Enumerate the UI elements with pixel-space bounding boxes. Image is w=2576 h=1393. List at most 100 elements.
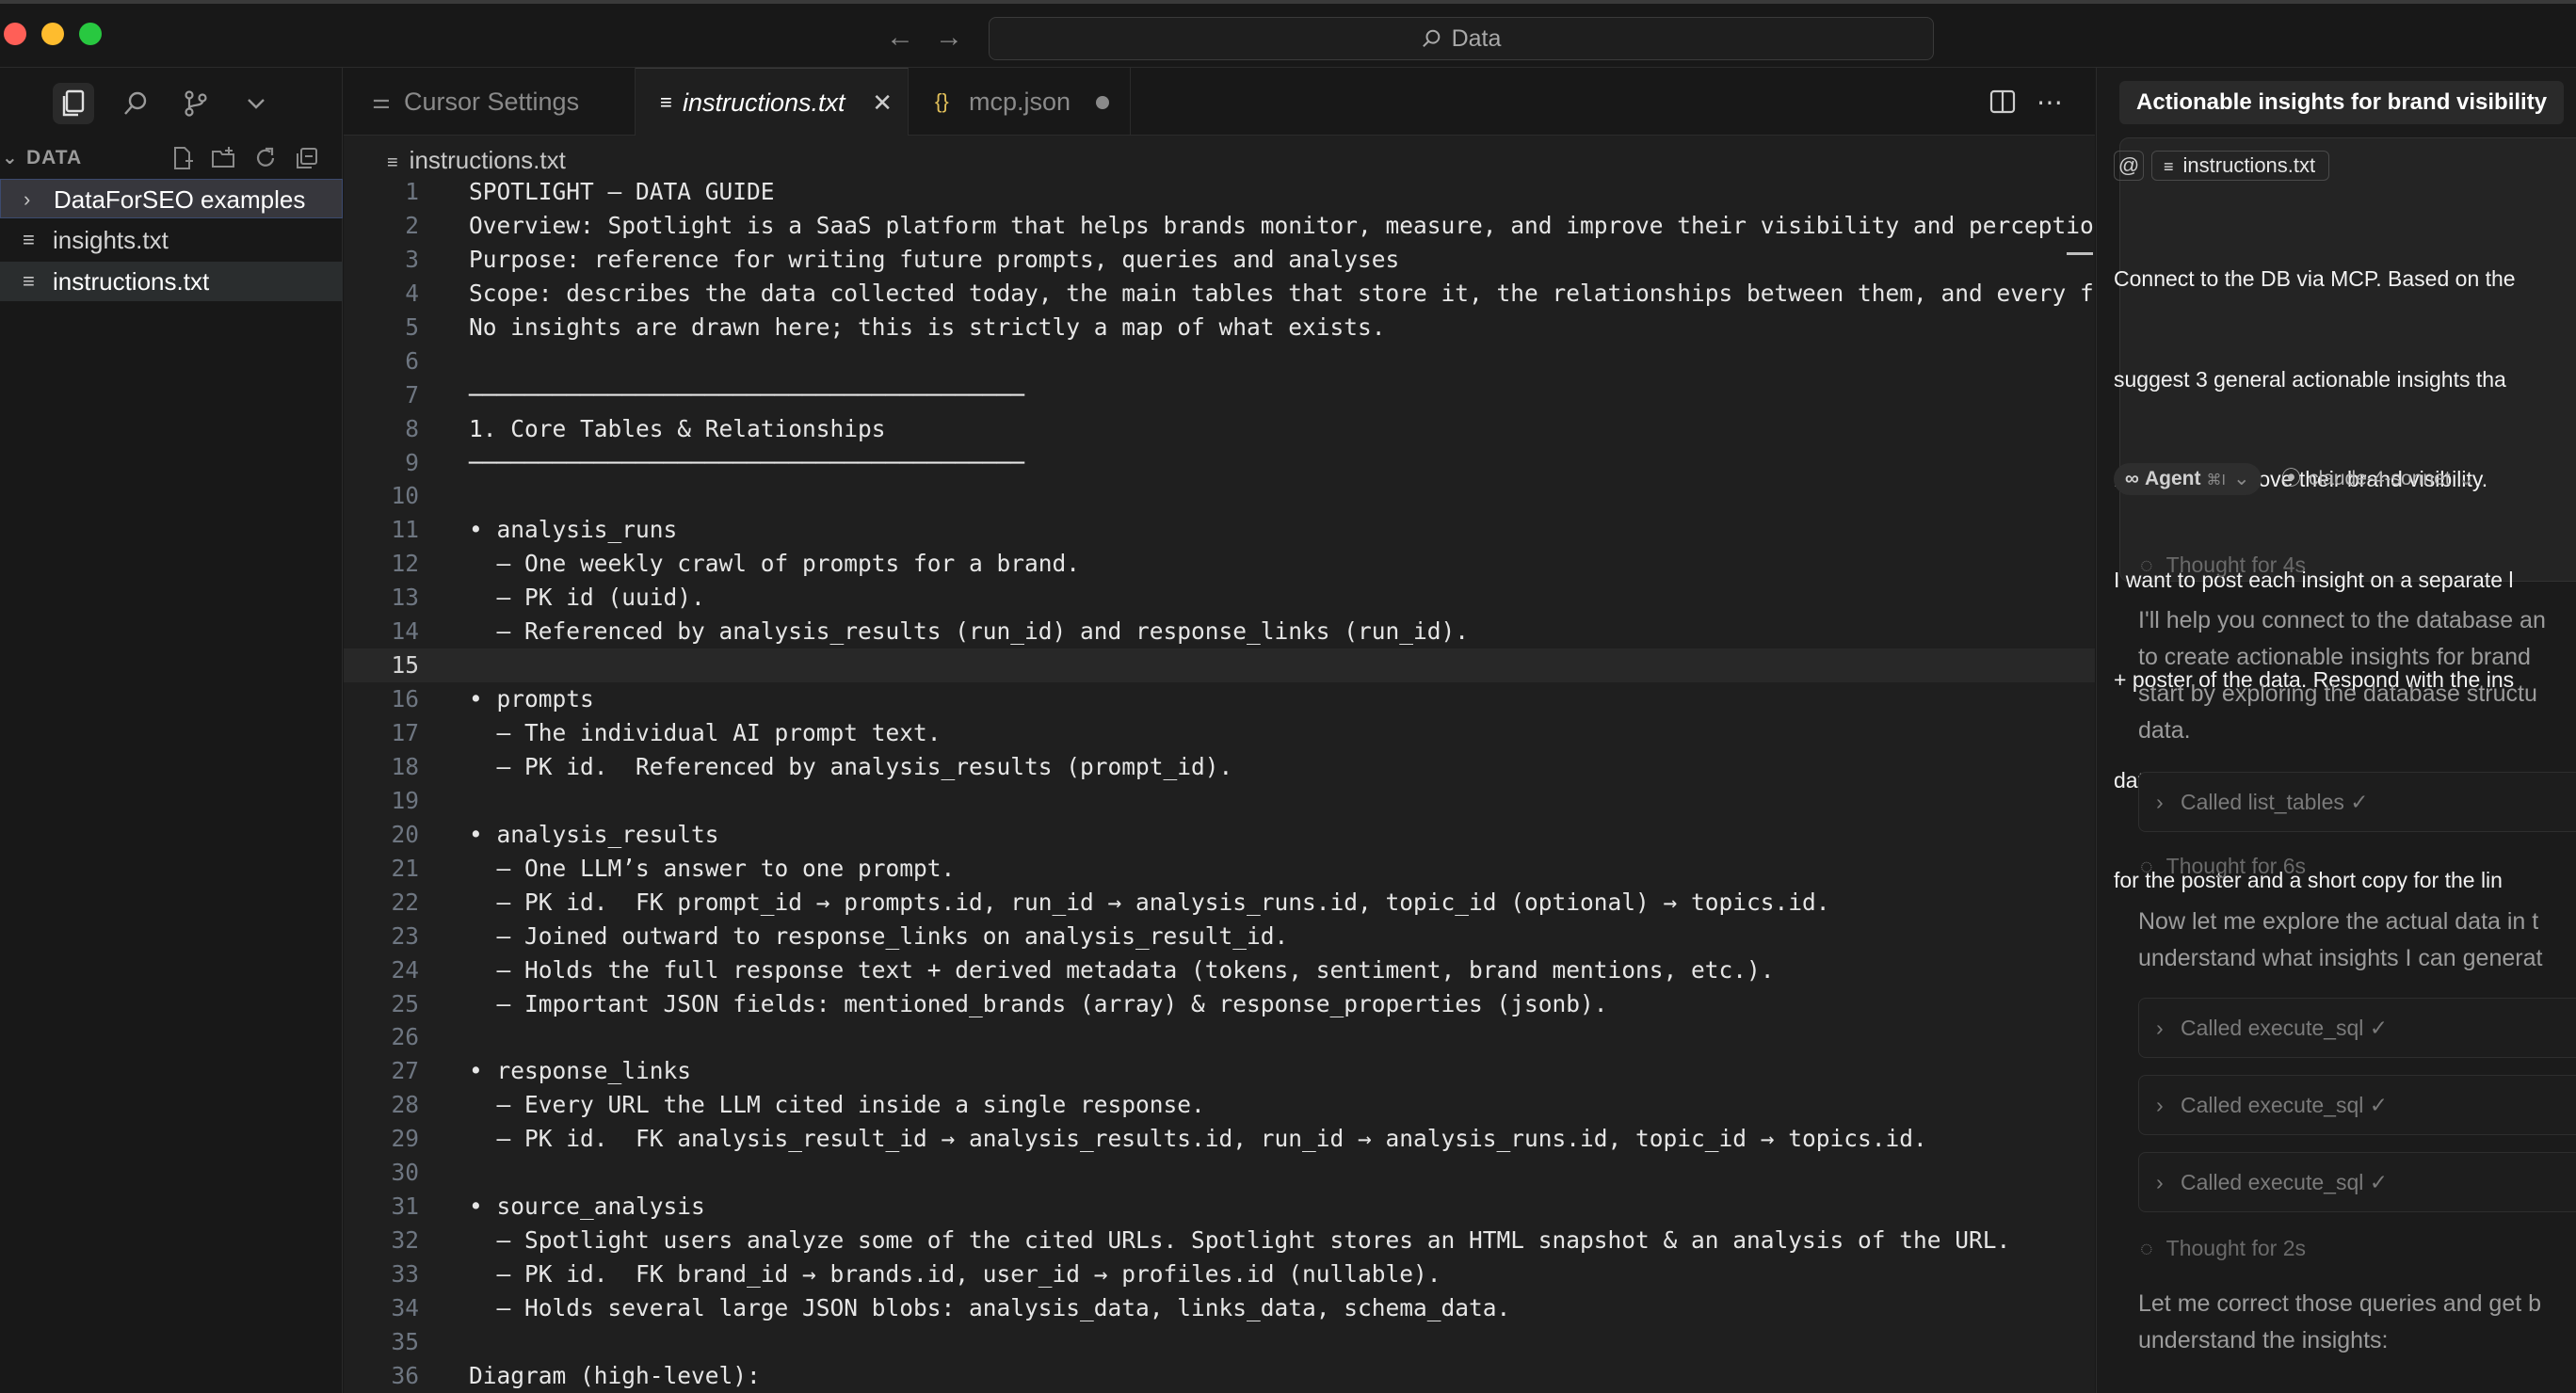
- code-line[interactable]: 3 Purpose: reference for writing future p…: [344, 243, 2095, 277]
- code-line[interactable]: 33 – PK id. FK brand_id → brands.id, use…: [344, 1257, 2095, 1291]
- search-icon[interactable]: [115, 83, 156, 124]
- add-context-button[interactable]: @: [2114, 151, 2144, 181]
- line-text: • analysis_runs: [469, 516, 678, 544]
- search-box-label: Data: [1451, 25, 1502, 52]
- tool-call-card[interactable]: › Called execute_sql ✓: [2138, 998, 2576, 1058]
- code-line[interactable]: 31 • source_analysis: [344, 1190, 2095, 1224]
- line-text: – One weekly crawl of prompts for a bran…: [469, 550, 1081, 578]
- zoom-window-button[interactable]: [79, 23, 102, 45]
- code-line[interactable]: 34 – Holds several large JSON blobs: ana…: [344, 1291, 2095, 1325]
- text-file-icon: ≡: [2164, 157, 2174, 176]
- minimize-window-button[interactable]: [41, 23, 64, 45]
- code-line[interactable]: 17 – The individual AI prompt text.: [344, 716, 2095, 750]
- back-arrow-icon[interactable]: ←: [881, 19, 919, 56]
- tool-call-card[interactable]: › Called execute_sql ✓: [2138, 1152, 2576, 1212]
- code-line[interactable]: 18 – PK id. Referenced by analysis_resul…: [344, 750, 2095, 784]
- breadcrumb[interactable]: ≡ instructions.txt: [387, 141, 566, 179]
- line-number: 3: [405, 245, 419, 273]
- line-number: 9: [405, 448, 419, 476]
- tab-label: mcp.json: [969, 88, 1071, 116]
- refresh-icon[interactable]: [252, 145, 279, 171]
- thought-indicator[interactable]: ◌ Thought for 4s: [2140, 546, 2306, 584]
- code-line[interactable]: 21 – One LLM’s answer to one prompt.: [344, 852, 2095, 886]
- code-line[interactable]: 25 – Important JSON fields: mentioned_br…: [344, 987, 2095, 1021]
- minimap-marker: [2067, 252, 2093, 255]
- code-lines[interactable]: 1 SPOTLIGHT – DATA GUIDE 2 Overview: Spotli…: [344, 175, 2095, 1393]
- tool-call-card[interactable]: › Called list_tables ✓: [2138, 772, 2576, 832]
- more-actions-icon[interactable]: ⋯: [2033, 85, 2067, 119]
- brain-icon: ◌: [2140, 1236, 2153, 1260]
- model-selector[interactable]: ⦿ claude-4-sonnet ⌄: [2281, 463, 2474, 495]
- code-line[interactable]: 29 – PK id. FK analysis_result_id → anal…: [344, 1122, 2095, 1156]
- code-line[interactable]: 15: [344, 648, 2095, 683]
- code-line[interactable]: 12 – One weekly crawl of prompts for a b…: [344, 547, 2095, 581]
- code-line[interactable]: 6: [344, 344, 2095, 378]
- agent-mode-selector[interactable]: ∞ Agent ⌘I ⌄: [2114, 463, 2262, 495]
- explorer-panel: ⌄ DATA › DataForSEO examples ≡ insights.…: [0, 68, 343, 1393]
- code-line[interactable]: 11 • analysis_runs: [344, 513, 2095, 547]
- tree-folder-dataforseo-examples[interactable]: › DataForSEO examples: [0, 179, 343, 218]
- code-line[interactable]: 26: [344, 1020, 2095, 1054]
- code-line[interactable]: 23 – Joined outward to response_links on…: [344, 920, 2095, 953]
- command-search-box[interactable]: Data: [989, 17, 1934, 60]
- context-file-chip[interactable]: ≡ instructions.txt: [2151, 151, 2330, 181]
- code-line[interactable]: 16 • prompts: [344, 682, 2095, 716]
- line-number: 5: [405, 312, 419, 341]
- line-number: 4: [405, 279, 419, 307]
- tree-file-insights[interactable]: ≡ insights.txt: [0, 220, 343, 260]
- code-line[interactable]: 27 • response_links: [344, 1054, 2095, 1088]
- code-line[interactable]: 32 – Spotlight users analyze some of the…: [344, 1224, 2095, 1257]
- tab-cursor-settings[interactable]: ⚌ Cursor Settings: [344, 68, 636, 136]
- collapse-all-icon[interactable]: [294, 145, 320, 171]
- line-number: 29: [391, 1125, 419, 1153]
- code-line[interactable]: 36 Diagram (high-level):: [344, 1359, 2095, 1393]
- explorer-section-header[interactable]: ⌄ DATA: [0, 139, 343, 177]
- source-control-icon[interactable]: [175, 83, 217, 124]
- line-number: 8: [405, 414, 419, 442]
- line-text: • source_analysis: [469, 1193, 705, 1221]
- code-line[interactable]: 28 – Every URL the LLM cited inside a si…: [344, 1088, 2095, 1122]
- code-line[interactable]: 35: [344, 1325, 2095, 1359]
- line-text: – PK id. FK prompt_id → prompts.id, run_…: [469, 888, 1830, 916]
- code-line[interactable]: 9 ───────────────────────────────────────…: [344, 446, 2095, 480]
- code-line[interactable]: 7 ───────────────────────────────────────…: [344, 378, 2095, 412]
- code-line[interactable]: 5 No insights are drawn here; this is str…: [344, 311, 2095, 344]
- code-line[interactable]: 1 SPOTLIGHT – DATA GUIDE: [344, 175, 2095, 209]
- split-editor-icon[interactable]: [1986, 85, 2020, 119]
- code-line[interactable]: 8 1. Core Tables & Relationships: [344, 412, 2095, 446]
- new-file-icon[interactable]: [169, 145, 196, 171]
- tab-mcp-json[interactable]: {} mcp.json: [909, 68, 1131, 136]
- chevron-down-icon[interactable]: [235, 83, 277, 124]
- code-line[interactable]: 19: [344, 784, 2095, 818]
- thought-label: Thought for 4s: [2165, 552, 2306, 577]
- line-number: 33: [391, 1260, 419, 1288]
- code-line[interactable]: 14 – Referenced by analysis_results (run…: [344, 615, 2095, 648]
- chat-title[interactable]: Actionable insights for brand visibility: [2119, 81, 2565, 124]
- line-number: 24: [391, 955, 419, 984]
- line-number: 36: [391, 1361, 419, 1389]
- code-line[interactable]: 30: [344, 1156, 2095, 1190]
- thought-indicator[interactable]: ◌ Thought for 6s: [2140, 847, 2306, 885]
- files-icon[interactable]: [53, 83, 94, 124]
- tree-file-instructions[interactable]: ≡ instructions.txt: [0, 262, 343, 301]
- tree-item-label: instructions.txt: [53, 267, 210, 296]
- line-text: • prompts: [469, 685, 594, 713]
- code-line[interactable]: 2 Overview: Spotlight is a SaaS platform …: [344, 209, 2095, 243]
- code-line[interactable]: 20 • analysis_results: [344, 818, 2095, 852]
- code-line[interactable]: 13 – PK id (uuid).: [344, 581, 2095, 615]
- line-number: 11: [391, 516, 419, 544]
- code-editor[interactable]: ≡ instructions.txt 1 SPOTLIGHT – DATA GUID…: [344, 136, 2095, 1393]
- code-line[interactable]: 22 – PK id. FK prompt_id → prompts.id, r…: [344, 886, 2095, 920]
- tool-call-card[interactable]: › Called execute_sql ✓: [2138, 1075, 2576, 1135]
- line-number: 35: [391, 1327, 419, 1355]
- code-line[interactable]: 24 – Holds the full response text + deri…: [344, 953, 2095, 987]
- close-icon[interactable]: ✕: [872, 69, 893, 136]
- tab-instructions-txt[interactable]: ≡ instructions.txt ✕: [636, 68, 909, 136]
- new-folder-icon[interactable]: [211, 145, 237, 171]
- forward-arrow-icon[interactable]: →: [930, 19, 968, 56]
- unsaved-dot-icon[interactable]: [1096, 96, 1109, 109]
- close-window-button[interactable]: [4, 23, 26, 45]
- thought-indicator[interactable]: ◌ Thought for 2s: [2140, 1229, 2306, 1267]
- code-line[interactable]: 4 Scope: describes the data collected tod…: [344, 277, 2095, 311]
- code-line[interactable]: 10: [344, 479, 2095, 513]
